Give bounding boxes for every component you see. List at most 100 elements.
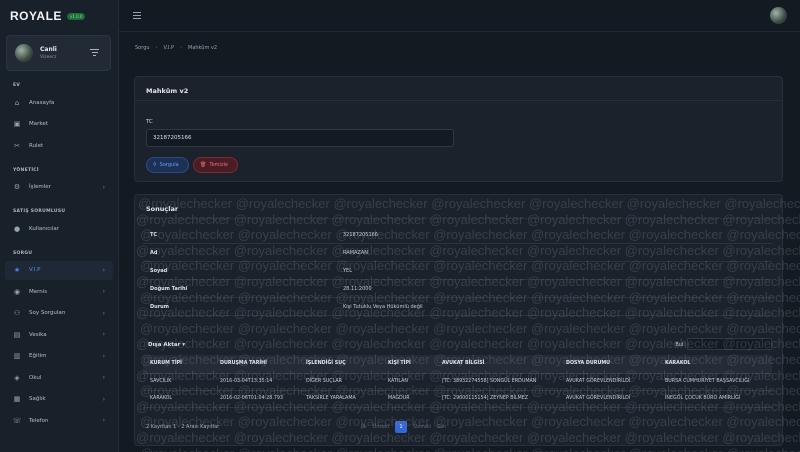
user-avatar — [15, 44, 33, 62]
filter-icon[interactable] — [90, 49, 99, 57]
chevron-right-icon: › — [102, 288, 105, 295]
sidebar: ROYALE v1.0.0 Canli Vizeerz EV ⌂ Anasayfa ▣… — [0, 0, 119, 452]
sidebar-item-label: Okul — [29, 374, 42, 381]
table-cell: SAVCILIK — [143, 373, 213, 391]
sidebar-item[interactable]: ▥ Eğitim › — [5, 347, 113, 366]
mernis-icon: ◉ — [13, 287, 21, 296]
column-header[interactable]: KURUM TİPİ — [143, 355, 213, 374]
table-cell: 2016-03-04T13:35:14 — [213, 373, 299, 391]
sidebar-item[interactable]: ☏ Telefon › — [5, 411, 113, 430]
pagination: İlk Önceki 1 Sonraki Son — [361, 421, 446, 433]
sidebar-item-label: Rulet — [29, 142, 44, 149]
info-row: Doğum Tarihi 28.11.2000 — [143, 280, 772, 298]
table-cell: AVUKAT GÖREVLENDİRİLDİ — [559, 390, 658, 408]
sidebar-item[interactable]: ▣ Market — [5, 115, 113, 134]
export-button[interactable]: Dışa Aktar ▾ — [148, 342, 185, 348]
education-icon: ▥ — [13, 352, 21, 360]
operations-icon: ⚙ — [13, 183, 21, 191]
query-button[interactable]: ⚲ Sorgula — [146, 157, 189, 173]
sidebar-section-title: SATIŞ SORUMLUSU — [13, 209, 66, 214]
version-badge: v1.0.0 — [66, 12, 86, 20]
sidebar-item[interactable]: ▤ Vesika › — [5, 325, 113, 344]
pager-first[interactable]: İlk — [361, 425, 367, 430]
info-key: Durum — [150, 303, 169, 310]
records-table: KURUM TİPİ DURUŞMA TARİHİ İŞLENDİĞİ SUÇ KİŞ… — [143, 355, 772, 408]
query-button-label: Sorgula — [159, 162, 179, 168]
sidebar-item[interactable]: ⚙ İşlemler › — [5, 178, 113, 197]
table-row: SAVCILIK 2016-03-04T13:35:14 DİĞER SUÇLAR K… — [143, 373, 772, 391]
breadcrumb-item-vip[interactable]: V.I.P — [164, 45, 174, 51]
menu-toggle-icon[interactable] — [133, 12, 141, 21]
chevron-right-icon: › — [102, 374, 105, 381]
sidebar-item-label: Kullanıcılar — [29, 225, 59, 232]
search-input[interactable] — [687, 338, 772, 350]
id-card-icon: ▤ — [13, 330, 21, 339]
info-key: Doğum Tarihi — [150, 285, 188, 292]
tc-label: TC — [146, 119, 153, 125]
pager-prev[interactable]: Önceki — [373, 425, 390, 430]
caret-down-icon: ▾ — [182, 342, 186, 348]
sidebar-item[interactable]: ◈ Okul › — [5, 368, 113, 387]
user-card[interactable]: Canli Vizeerz — [6, 35, 111, 71]
sidebar-item[interactable]: ▦ Sağlık › — [5, 390, 113, 409]
search-label: Bul: — [675, 342, 685, 348]
sidebar-item[interactable]: ⚇ Soy Sorguları › — [5, 304, 113, 323]
sidebar-item[interactable]: ✂ Rulet — [5, 136, 113, 155]
breadcrumb-item-sorgu[interactable]: Sorgu — [135, 45, 150, 51]
pager-last[interactable]: Son — [437, 425, 446, 430]
home-icon: ⌂ — [14, 98, 20, 107]
sidebar-item-label: Vesika — [29, 331, 47, 338]
star-icon: ★ — [13, 266, 21, 274]
sidebar-item[interactable]: ⌂ Anasayfa — [5, 93, 113, 112]
school-icon: ◈ — [14, 373, 20, 382]
table-cell: TAKSİRLE YARALAMA — [299, 390, 381, 408]
sidebar-item[interactable]: ● Kullanıcılar — [5, 219, 113, 238]
column-header[interactable]: KARAKOL — [658, 355, 772, 374]
clear-button[interactable]: 🗑 Temizle — [193, 157, 238, 173]
roulette-icon: ✂ — [14, 141, 20, 150]
trash-icon: 🗑 — [200, 162, 207, 168]
info-row: Durum Kişi Tutuklu Veya Hükümlü değil — [143, 298, 772, 316]
breadcrumb-item-current: Mahkûm v2 — [188, 45, 218, 51]
sidebar-section-title: YÖNETİCİ — [13, 167, 39, 173]
phone-icon: ☏ — [12, 416, 22, 425]
column-header[interactable]: KİŞİ TİPİ — [381, 355, 435, 374]
chevron-right-icon: › — [102, 395, 105, 403]
column-header[interactable]: DURUŞMA TARİHİ — [213, 355, 299, 374]
table-cell: KARAKOL — [143, 390, 213, 408]
sidebar-item[interactable]: ★ V.I.P › — [5, 260, 113, 280]
family-tree-icon: ⚇ — [13, 309, 21, 317]
pager-current-page[interactable]: 1 — [395, 421, 408, 433]
sidebar-item-label: Market — [29, 121, 48, 127]
table-cell: [TC: 38932274558] SONGÜL ERDUMAN — [435, 373, 559, 391]
export-button-label: Dışa Aktar — [148, 342, 181, 348]
table-cell: BURSA CUMHURİYET BAŞSAVCILIĞI — [658, 373, 772, 391]
tc-input[interactable] — [146, 129, 454, 147]
info-value: Kişi Tutuklu Veya Hükümlü değil — [343, 303, 423, 310]
query-panel: Mahkûm v2 TC ⚲ Sorgula 🗑 Temizle — [134, 76, 783, 182]
sidebar-item-label: Eğitim — [29, 353, 47, 359]
info-value: RAMAZAN — [343, 249, 369, 256]
chevron-right-icon: › — [102, 331, 105, 338]
sidebar-section-title: SORGU — [13, 250, 33, 256]
table-cell: MAĞDUR — [381, 390, 435, 408]
sidebar-item[interactable]: ◉ Mernis › — [5, 282, 113, 301]
column-header[interactable]: DOSYA DURUMU — [559, 355, 658, 374]
brand[interactable]: ROYALE v1.0.0 — [10, 9, 86, 23]
sidebar-item-label: Sağlık — [29, 396, 46, 402]
column-header[interactable]: İŞLENDİĞİ SUÇ — [299, 355, 381, 374]
brand-logo: ROYALE — [10, 9, 62, 23]
info-row: Soyad YEL — [143, 262, 772, 280]
table-cell: 2016-02-06T01:04:28.793 — [213, 390, 299, 408]
sidebar-item-label: Telefon — [29, 417, 49, 424]
table-cell: KATILAN — [381, 373, 435, 391]
chevron-right-icon: › — [102, 309, 105, 317]
info-value: YEL — [343, 267, 352, 274]
column-header[interactable]: AVUKAT BİLGİSİ — [435, 355, 559, 374]
table-cell: DİĞER SUÇLAR — [299, 373, 381, 391]
breadcrumb-separator: › — [180, 45, 182, 51]
profile-avatar[interactable] — [770, 7, 787, 24]
pager-next[interactable]: Sonraki — [413, 425, 431, 430]
clear-button-label: Temizle — [209, 162, 228, 168]
users-icon: ● — [13, 224, 21, 233]
